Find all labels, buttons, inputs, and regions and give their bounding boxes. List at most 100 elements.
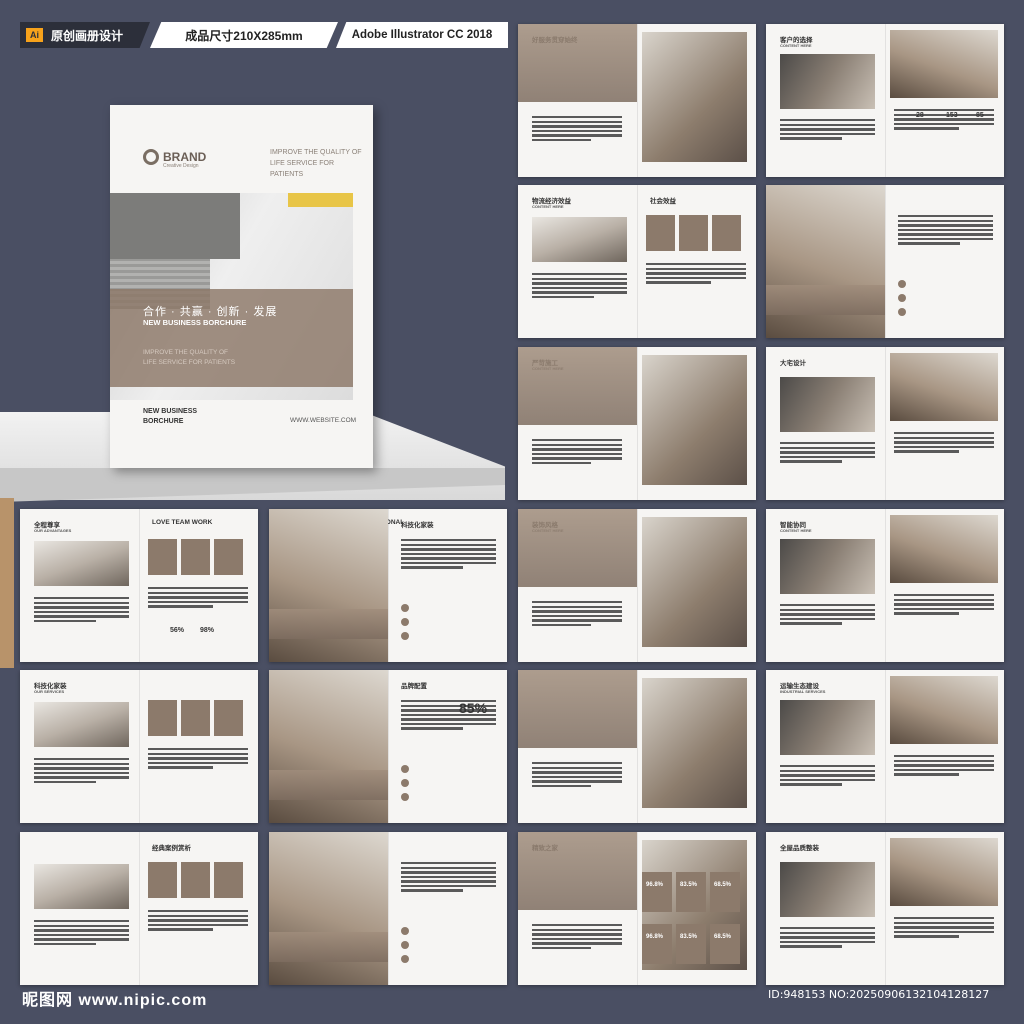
text-line <box>532 601 622 604</box>
text-line <box>148 748 248 751</box>
text-line <box>894 935 959 938</box>
text-line <box>894 603 994 606</box>
stat-tile <box>676 924 706 964</box>
spread-subtitle: INDUSTRIAL SERVICES <box>780 689 826 694</box>
text-line <box>780 604 875 607</box>
text-line <box>34 767 129 770</box>
spread-band <box>766 285 885 315</box>
spread-block <box>518 347 637 425</box>
text-line <box>148 605 213 608</box>
text-lines <box>532 924 622 951</box>
spread-photo <box>642 517 747 647</box>
text-line <box>780 132 875 136</box>
spread-photo <box>642 355 747 485</box>
brochure-spread: 物流经济效益 CONTENT HERE 社会效益 <box>518 185 756 338</box>
spread-photo <box>890 30 998 98</box>
text-line <box>532 766 622 769</box>
text-line <box>401 548 496 551</box>
spread-tile <box>214 862 243 898</box>
text-lines <box>148 910 248 933</box>
text-line <box>894 921 994 924</box>
spread-photo <box>780 377 875 432</box>
text-line <box>780 622 842 625</box>
stat-value: 68.5% <box>714 934 732 940</box>
text-line <box>894 773 959 776</box>
spread-tile <box>148 700 177 736</box>
text-line <box>532 924 622 927</box>
text-line <box>894 445 994 449</box>
text-line <box>894 122 994 126</box>
text-line <box>780 931 875 934</box>
text-line <box>780 119 875 122</box>
text-line <box>401 884 496 888</box>
text-line <box>34 758 129 761</box>
brochure-spread: 工序精选CONTENT HERE <box>269 832 507 985</box>
bullet-dot <box>898 308 906 316</box>
text-line <box>532 448 622 451</box>
text-line <box>34 619 96 623</box>
text-line <box>780 769 875 772</box>
text-line <box>532 614 622 618</box>
text-line <box>34 924 129 927</box>
text-line <box>894 917 994 920</box>
text-line <box>148 757 248 760</box>
text-lines <box>401 539 496 571</box>
spread-tile <box>148 539 177 575</box>
footer-site: 昵图网 www.nipic.com <box>22 992 208 1009</box>
spread-tile <box>181 862 210 898</box>
stat-tile <box>710 872 740 912</box>
text-lines <box>34 920 129 947</box>
page-title: 原创画册设计 <box>51 28 124 43</box>
spread-photo <box>34 541 129 586</box>
text-line <box>894 755 994 758</box>
text-line <box>148 914 248 917</box>
text-lines <box>532 439 622 466</box>
brochure-spread: 全程尊享 OUR ADVANTAGES LOVE TEAM WORK 56% 98% <box>20 509 258 662</box>
text-line <box>34 776 129 779</box>
brochure-spread: 全屋品质整装高颜值设计 <box>766 832 1004 985</box>
text-line <box>401 552 496 556</box>
brochure-spread: 精致之家实景样板间96.8%83.5%68.5%96.8%83.5%68.5% <box>518 832 756 985</box>
text-line <box>898 233 993 236</box>
text-line <box>401 557 496 560</box>
spread-block <box>518 509 637 587</box>
spread-photo <box>269 670 388 823</box>
text-line <box>532 780 622 783</box>
spread-photo <box>642 32 747 162</box>
spread-right-title: 科技化家装 <box>401 522 434 529</box>
cover-book-title: NEW BUSINESS BORCHURE <box>143 408 198 425</box>
text-line <box>34 771 129 775</box>
cabinet-shape <box>110 193 240 259</box>
bullet-dot <box>401 632 409 640</box>
text-line <box>898 215 993 218</box>
spread-band <box>269 609 388 639</box>
text-lines <box>780 119 875 142</box>
bullet-dot <box>401 765 409 773</box>
text-line <box>532 605 622 608</box>
text-line <box>646 272 746 275</box>
text-line <box>894 759 994 762</box>
text-line <box>532 771 622 774</box>
spread-photo <box>780 700 875 755</box>
spread-tile <box>646 215 675 251</box>
text-line <box>532 286 627 290</box>
text-line <box>148 923 248 927</box>
text-line <box>532 457 622 460</box>
text-line <box>532 273 627 276</box>
text-line <box>780 613 875 616</box>
text-line <box>532 116 622 119</box>
spread-right-title: 经典案例赏析 <box>152 845 191 852</box>
brochure-spread: 大宅设计环保设计体系 <box>766 347 1004 500</box>
text-line <box>780 940 875 944</box>
text-lines <box>894 432 994 455</box>
brochure-spread: 智能协同CONTENT HERE航空物流 <box>766 509 1004 662</box>
stat-value: 96.8% <box>646 934 664 940</box>
spread-tile <box>148 862 177 898</box>
text-line <box>646 281 711 284</box>
text-line <box>148 928 213 931</box>
text-line <box>532 461 591 465</box>
text-line <box>401 866 496 869</box>
software-label: Adobe Illustrator CC 2018 <box>336 22 508 48</box>
spread-block <box>518 832 637 910</box>
bullet-dot <box>898 280 906 288</box>
